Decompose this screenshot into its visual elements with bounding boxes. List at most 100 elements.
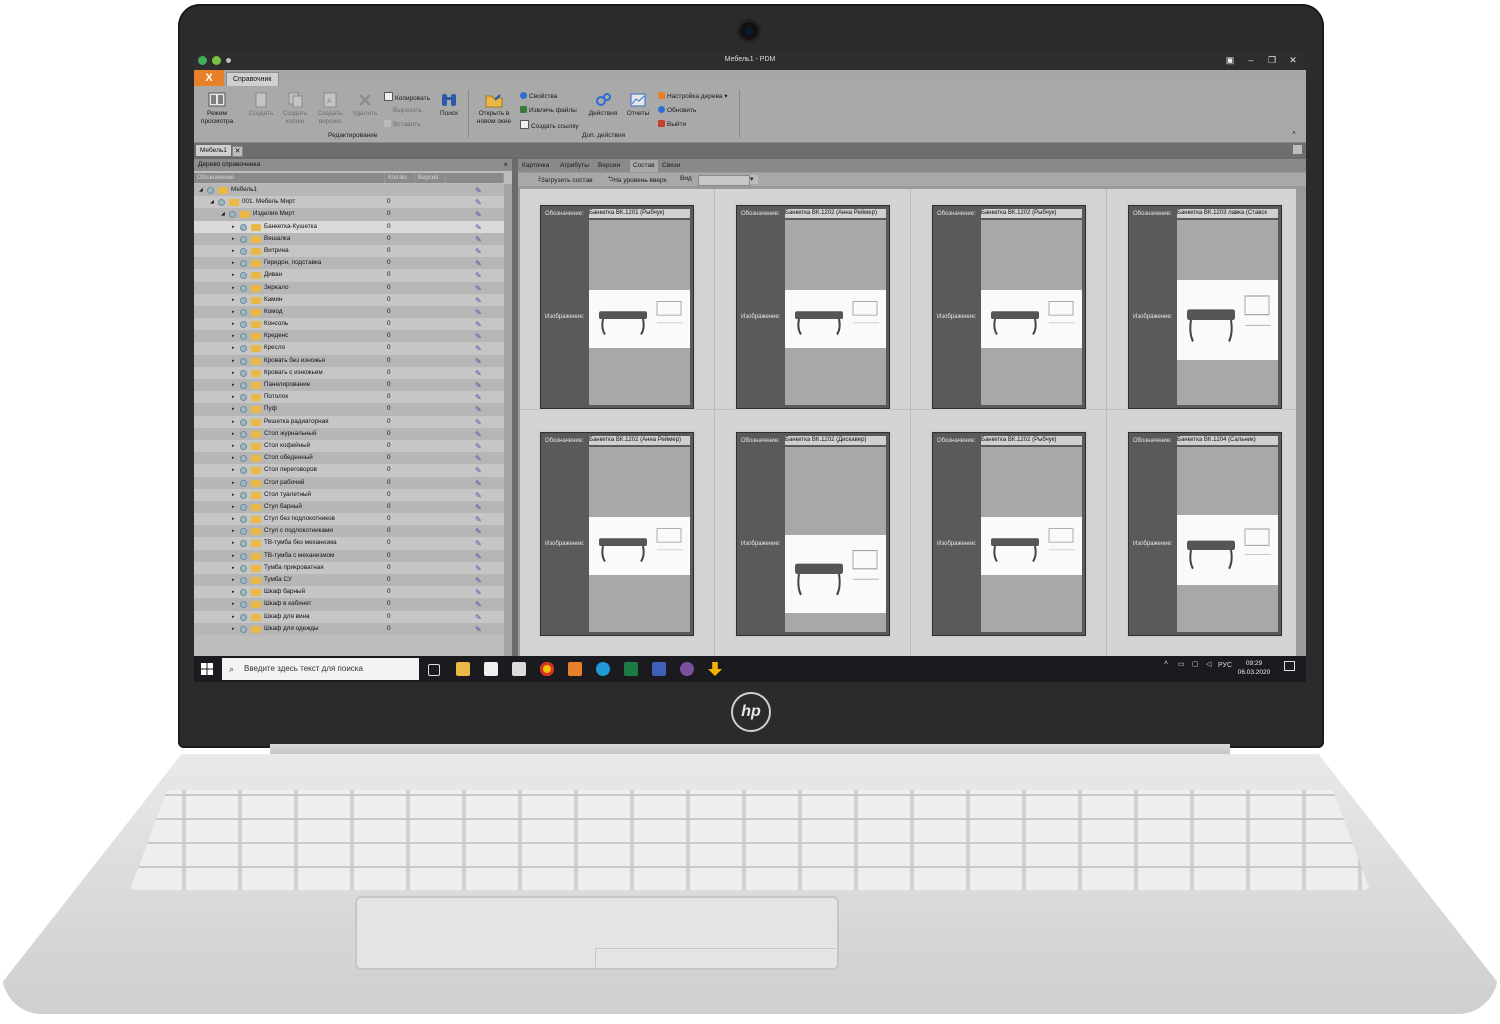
tree-row[interactable]: ▸ Пуф 0 ✎ xyxy=(194,403,510,416)
tree-row[interactable]: ▸ Стол рабочий 0 ✎ xyxy=(194,476,510,490)
tree-row[interactable]: ▸ Стул без подлокотников 0 ✎ xyxy=(194,513,510,526)
create-button[interactable]: Создать xyxy=(246,92,276,118)
edit-pencil-icon[interactable]: ✎ xyxy=(475,624,482,636)
view-select[interactable] xyxy=(698,175,758,186)
collapse-ribbon-icon[interactable]: ˄ xyxy=(1292,130,1296,137)
maximize-icon[interactable]: ❐ xyxy=(1266,55,1278,66)
content-tab[interactable]: Карточка xyxy=(522,160,549,172)
expand-arrow-icon[interactable]: ▸ xyxy=(232,245,235,257)
tree-row[interactable]: ▸ Зеркало 0 ✎ xyxy=(194,281,510,295)
expand-arrow-icon[interactable]: ▸ xyxy=(232,282,235,294)
content-tab[interactable]: Состав xyxy=(630,160,658,172)
expand-arrow-icon[interactable]: ▸ xyxy=(232,221,235,233)
expand-arrow-icon[interactable]: ▸ xyxy=(232,379,235,391)
expand-arrow-icon[interactable]: ◢ xyxy=(199,184,203,196)
edit-pencil-icon[interactable]: ✎ xyxy=(475,185,482,197)
search-button[interactable]: Поиск xyxy=(436,92,462,118)
tree-row[interactable]: ◢ Мебель1 ✎ xyxy=(194,184,510,197)
edit-pencil-icon[interactable]: ✎ xyxy=(475,417,482,429)
tree-row[interactable]: ▸ Стол переговоров 0 ✎ xyxy=(194,464,510,477)
tree-row[interactable]: ▸ Стол обеденный 0 ✎ xyxy=(194,452,510,465)
tree-row[interactable]: ▸ Стол журнальный 0 ✎ xyxy=(194,427,510,440)
tree-row[interactable]: ▸ Банкетка-Кушетка 0 ✎ xyxy=(194,220,510,234)
product-card[interactable]: Обозначение: Банкетка ВК.1203 лавка (Став… xyxy=(1128,205,1282,409)
edit-pencil-icon[interactable]: ✎ xyxy=(475,319,482,331)
edit-pencil-icon[interactable]: ✎ xyxy=(475,258,482,270)
reports-button[interactable]: Отчеты xyxy=(624,92,652,118)
product-card[interactable]: Обозначение: Банкетка ВК.1201 (Рыбчук) Изо… xyxy=(540,205,694,409)
actions-button[interactable]: Действия xyxy=(586,92,620,118)
mail-icon[interactable] xyxy=(512,662,526,676)
edit-pencil-icon[interactable]: ✎ xyxy=(475,356,482,368)
expand-arrow-icon[interactable]: ▸ xyxy=(232,342,235,354)
tree-row[interactable]: ▸ Камин 0 ✎ xyxy=(194,293,510,306)
edit-pencil-icon[interactable]: ✎ xyxy=(475,563,482,575)
edit-pencil-icon[interactable]: ✎ xyxy=(475,380,482,392)
edit-pencil-icon[interactable]: ✎ xyxy=(475,270,482,282)
expand-arrow-icon[interactable]: ▸ xyxy=(232,403,235,415)
product-card[interactable]: Обозначение: Банкетка ВК.1202 (Анна Рейме… xyxy=(540,432,694,636)
excel-icon[interactable] xyxy=(624,662,638,676)
edit-pencil-icon[interactable]: ✎ xyxy=(475,234,482,246)
edit-pencil-icon[interactable]: ✎ xyxy=(475,587,482,599)
expand-arrow-icon[interactable]: ▸ xyxy=(232,611,235,623)
restore-layout-icon[interactable]: ▣ xyxy=(1224,55,1236,66)
tree-row[interactable]: ▸ Кровать с изножьем 0 ✎ xyxy=(194,366,510,380)
tray-network-icon[interactable]: ▭ xyxy=(1178,660,1185,668)
expand-arrow-icon[interactable]: ▸ xyxy=(232,391,235,403)
column-designation[interactable]: Обозначение xyxy=(194,173,385,183)
file-explorer-icon[interactable] xyxy=(456,662,470,676)
edit-pencil-icon[interactable]: ✎ xyxy=(475,404,482,416)
tree-row[interactable]: ▸ Шкаф для вина 0 ✎ xyxy=(194,610,510,624)
edit-pencil-icon[interactable]: ✎ xyxy=(475,343,482,355)
tree-row[interactable]: ▸ Стол туалетный 0 ✎ xyxy=(194,488,510,501)
edit-pencil-icon[interactable]: ✎ xyxy=(475,368,482,380)
edit-pencil-icon[interactable]: ✎ xyxy=(475,502,482,514)
windows-start-icon[interactable] xyxy=(201,663,213,675)
edit-pencil-icon[interactable]: ✎ xyxy=(475,612,482,624)
expand-arrow-icon[interactable]: ▸ xyxy=(232,355,235,367)
expand-arrow-icon[interactable]: ▸ xyxy=(232,501,235,513)
edit-pencil-icon[interactable]: ✎ xyxy=(475,209,482,221)
expand-arrow-icon[interactable]: ▸ xyxy=(232,367,235,379)
app-shortcut-icon[interactable] xyxy=(652,662,666,676)
edit-pencil-icon[interactable]: ✎ xyxy=(475,465,482,477)
edit-pencil-icon[interactable]: ✎ xyxy=(475,599,482,611)
edit-pencil-icon[interactable]: ✎ xyxy=(475,478,482,490)
tree-row[interactable]: ▸ Решетка радиаторная 0 ✎ xyxy=(194,415,510,429)
edit-pencil-icon[interactable]: ✎ xyxy=(475,197,482,209)
paste-button[interactable]: Вставить xyxy=(384,120,421,128)
content-tab[interactable]: Версии xyxy=(598,160,620,172)
tree-row[interactable]: ▸ Стол кофейный 0 ✎ xyxy=(194,439,510,453)
create-version-button[interactable]: A Создать версию xyxy=(314,92,346,126)
tree-row[interactable]: ◢ 001. Мебель Мирт 0 ✎ xyxy=(194,196,510,209)
copy-button[interactable]: Копировать xyxy=(384,92,430,102)
tree-row[interactable]: ▸ Комод 0 ✎ xyxy=(194,305,510,319)
tray-volume-icon[interactable]: ◁ xyxy=(1206,660,1211,668)
tree-row[interactable]: ▸ Диван 0 ✎ xyxy=(194,269,510,282)
edit-pencil-icon[interactable]: ✎ xyxy=(475,283,482,295)
tree-row[interactable]: ▸ Шкаф барный 0 ✎ xyxy=(194,586,510,599)
viber-icon[interactable] xyxy=(680,662,694,676)
edit-pencil-icon[interactable]: ✎ xyxy=(475,246,482,258)
expand-arrow-icon[interactable]: ▸ xyxy=(232,562,235,574)
expand-arrow-icon[interactable]: ◢ xyxy=(210,196,214,208)
tree-row[interactable]: ◢ Изделия Мирт 0 ✎ xyxy=(194,208,510,221)
tree-row[interactable]: ▸ Потолок 0 ✎ xyxy=(194,391,510,404)
expand-arrow-icon[interactable]: ▸ xyxy=(232,464,235,476)
tray-language[interactable]: РУС xyxy=(1218,662,1232,669)
edit-pencil-icon[interactable]: ✎ xyxy=(475,392,482,404)
expand-arrow-icon[interactable]: ▸ xyxy=(232,306,235,318)
edit-pencil-icon[interactable]: ✎ xyxy=(475,222,482,234)
tree-row[interactable]: ▸ Консоль 0 ✎ xyxy=(194,318,510,331)
document-tab-close-icon[interactable]: ✕ xyxy=(232,146,243,157)
tree-row[interactable]: ▸ Вешалка 0 ✎ xyxy=(194,232,510,246)
pdm-app-icon[interactable] xyxy=(568,662,582,676)
expand-arrow-icon[interactable]: ▸ xyxy=(232,330,235,342)
store-icon[interactable] xyxy=(484,662,498,676)
tree-row[interactable]: ▸ Стул с подлокотниками 0 ✎ xyxy=(194,525,510,538)
expand-arrow-icon[interactable]: ▸ xyxy=(232,574,235,586)
taskbar-search[interactable]: ⌕ Введите здесь текст для поиска xyxy=(222,658,419,680)
create-link-button[interactable]: Создать ссылку xyxy=(520,120,579,130)
notifications-icon[interactable] xyxy=(1284,661,1295,671)
